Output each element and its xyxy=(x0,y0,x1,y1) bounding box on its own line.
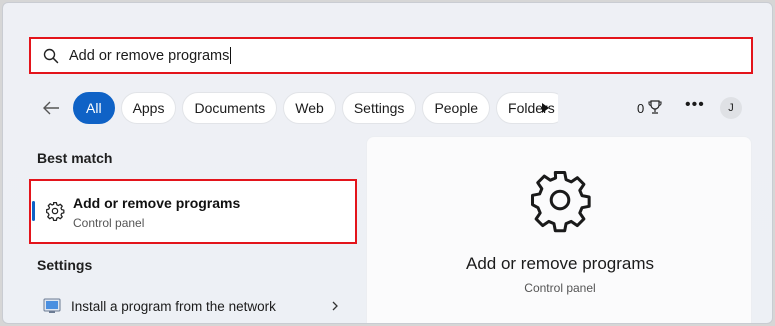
settings-result-item[interactable]: Install a program from the network xyxy=(29,290,357,322)
divider xyxy=(383,323,737,324)
detail-subtitle: Control panel xyxy=(524,281,596,295)
more-options-icon[interactable]: ••• xyxy=(685,96,705,114)
back-arrow-icon[interactable] xyxy=(41,98,61,118)
search-input[interactable]: Add or remove programs xyxy=(29,37,753,74)
filter-chip-people[interactable]: People xyxy=(422,92,491,124)
gear-icon xyxy=(45,201,65,221)
rewards-points[interactable]: 0 xyxy=(637,99,663,118)
best-match-subtitle: Control panel xyxy=(73,216,145,230)
search-icon xyxy=(43,47,61,65)
filter-chip-settings[interactable]: Settings xyxy=(341,92,417,124)
network-program-icon xyxy=(43,298,61,314)
trophy-icon xyxy=(647,99,663,118)
avatar[interactable]: J xyxy=(720,97,742,119)
best-match-title: Add or remove programs xyxy=(73,195,241,211)
rewards-points-value: 0 xyxy=(637,101,645,116)
start-search-panel: Add or remove programs All Apps Document… xyxy=(2,2,773,324)
gear-icon xyxy=(527,167,593,233)
settings-heading: Settings xyxy=(37,257,93,273)
play-arrow-icon[interactable] xyxy=(537,100,553,116)
detail-pane: Add or remove programs Control panel xyxy=(366,136,752,324)
text-caret xyxy=(230,47,232,64)
filter-chips: All Apps Documents Web Settings People F… xyxy=(73,92,558,124)
search-query-text: Add or remove programs xyxy=(69,47,230,64)
filter-chip-web[interactable]: Web xyxy=(283,92,336,124)
filter-chip-all[interactable]: All xyxy=(73,92,115,124)
filter-bar: All Apps Documents Web Settings People F… xyxy=(37,92,757,124)
selection-indicator xyxy=(32,201,35,221)
chevron-right-icon xyxy=(329,299,341,313)
settings-result-label: Install a program from the network xyxy=(71,299,276,314)
filter-chip-documents[interactable]: Documents xyxy=(182,92,278,124)
filter-chip-apps[interactable]: Apps xyxy=(120,92,177,124)
detail-title: Add or remove programs xyxy=(465,254,655,273)
best-match-heading: Best match xyxy=(37,150,113,166)
best-match-result[interactable]: Add or remove programs Control panel xyxy=(29,179,357,244)
